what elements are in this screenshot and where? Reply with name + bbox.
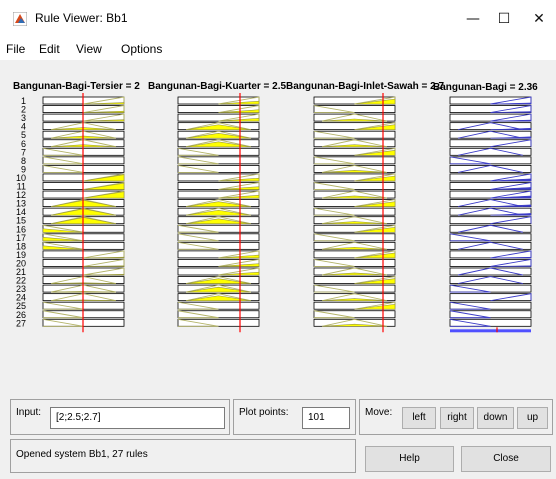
mf-box bbox=[449, 284, 532, 293]
mf-box bbox=[449, 293, 532, 302]
mf-box bbox=[449, 156, 532, 165]
mf-box bbox=[177, 156, 260, 165]
matlab-app-icon bbox=[13, 12, 27, 26]
header-input1: Bangunan-Bagi-Tersier = 2 bbox=[13, 81, 140, 92]
move-panel: Move: left right down up bbox=[359, 399, 553, 435]
plot-points-field[interactable]: 101 bbox=[302, 407, 350, 429]
mf-box bbox=[449, 96, 532, 105]
mf-box bbox=[177, 310, 260, 319]
mf-box bbox=[177, 147, 260, 156]
input-vector-field[interactable]: [2;2.5;2.7] bbox=[50, 407, 225, 429]
close-window-button[interactable]: ✕ bbox=[521, 6, 556, 32]
header-input3: Bangunan-Bagi-Inlet-Sawah = 2.7 bbox=[286, 81, 445, 92]
control-area: Input: [2;2.5;2.7] Plot points: 101 Move… bbox=[0, 397, 556, 479]
header-input2: Bangunan-Bagi-Kuarter = 2.5 bbox=[148, 81, 287, 92]
rule-plot-area: Bangunan-Bagi-Tersier = 2 Bangunan-Bagi-… bbox=[0, 60, 556, 397]
mf-box bbox=[449, 105, 532, 113]
status-panel: Opened system Bb1, 27 rules bbox=[10, 439, 356, 473]
help-button[interactable]: Help bbox=[365, 446, 454, 472]
move-left-button[interactable]: left bbox=[402, 407, 436, 429]
move-right-button[interactable]: right bbox=[440, 407, 474, 429]
input-panel: Input: [2;2.5;2.7] bbox=[10, 399, 230, 435]
move-label: Move: bbox=[365, 407, 393, 418]
mf-box bbox=[449, 301, 532, 310]
mf-box bbox=[449, 310, 532, 319]
mf-box bbox=[177, 165, 260, 173]
aggregated-output-strip bbox=[450, 329, 531, 333]
status-text: Opened system Bb1, 27 rules bbox=[16, 449, 148, 460]
input-label: Input: bbox=[16, 407, 42, 418]
rule-number: 27 bbox=[16, 318, 26, 328]
mf-box bbox=[177, 301, 260, 310]
mf-box bbox=[449, 250, 532, 259]
header-output: Bangunan-Bagi = 2.36 bbox=[433, 82, 538, 93]
plot-points-panel: Plot points: 101 bbox=[233, 399, 356, 435]
menu-options[interactable]: Options bbox=[121, 42, 162, 56]
title-bar: Rule Viewer: Bb1 — ☐ ✕ bbox=[0, 0, 556, 38]
window-title: Rule Viewer: Bb1 bbox=[35, 11, 128, 25]
mf-box bbox=[449, 259, 532, 267]
plot-points-label: Plot points: bbox=[239, 407, 289, 418]
mf-box bbox=[449, 216, 532, 225]
menu-view[interactable]: View bbox=[76, 42, 102, 56]
mf-box bbox=[449, 233, 532, 242]
mf-box bbox=[177, 233, 260, 242]
menu-bar: File Edit View Options bbox=[0, 38, 556, 60]
mf-box bbox=[449, 139, 532, 148]
mf-box bbox=[449, 113, 532, 122]
menu-edit[interactable]: Edit bbox=[39, 42, 60, 56]
move-up-button[interactable]: up bbox=[517, 407, 548, 429]
move-down-button[interactable]: down bbox=[477, 407, 514, 429]
menu-file[interactable]: File bbox=[6, 42, 25, 56]
maximize-button[interactable]: ☐ bbox=[486, 6, 522, 32]
mf-box bbox=[449, 318, 532, 327]
mf-box bbox=[177, 241, 260, 250]
close-button[interactable]: Close bbox=[461, 446, 551, 472]
mf-box bbox=[177, 224, 260, 233]
rules-plot: Bangunan-Bagi-Tersier = 2 Bangunan-Bagi-… bbox=[13, 81, 538, 333]
mf-box bbox=[177, 318, 260, 327]
